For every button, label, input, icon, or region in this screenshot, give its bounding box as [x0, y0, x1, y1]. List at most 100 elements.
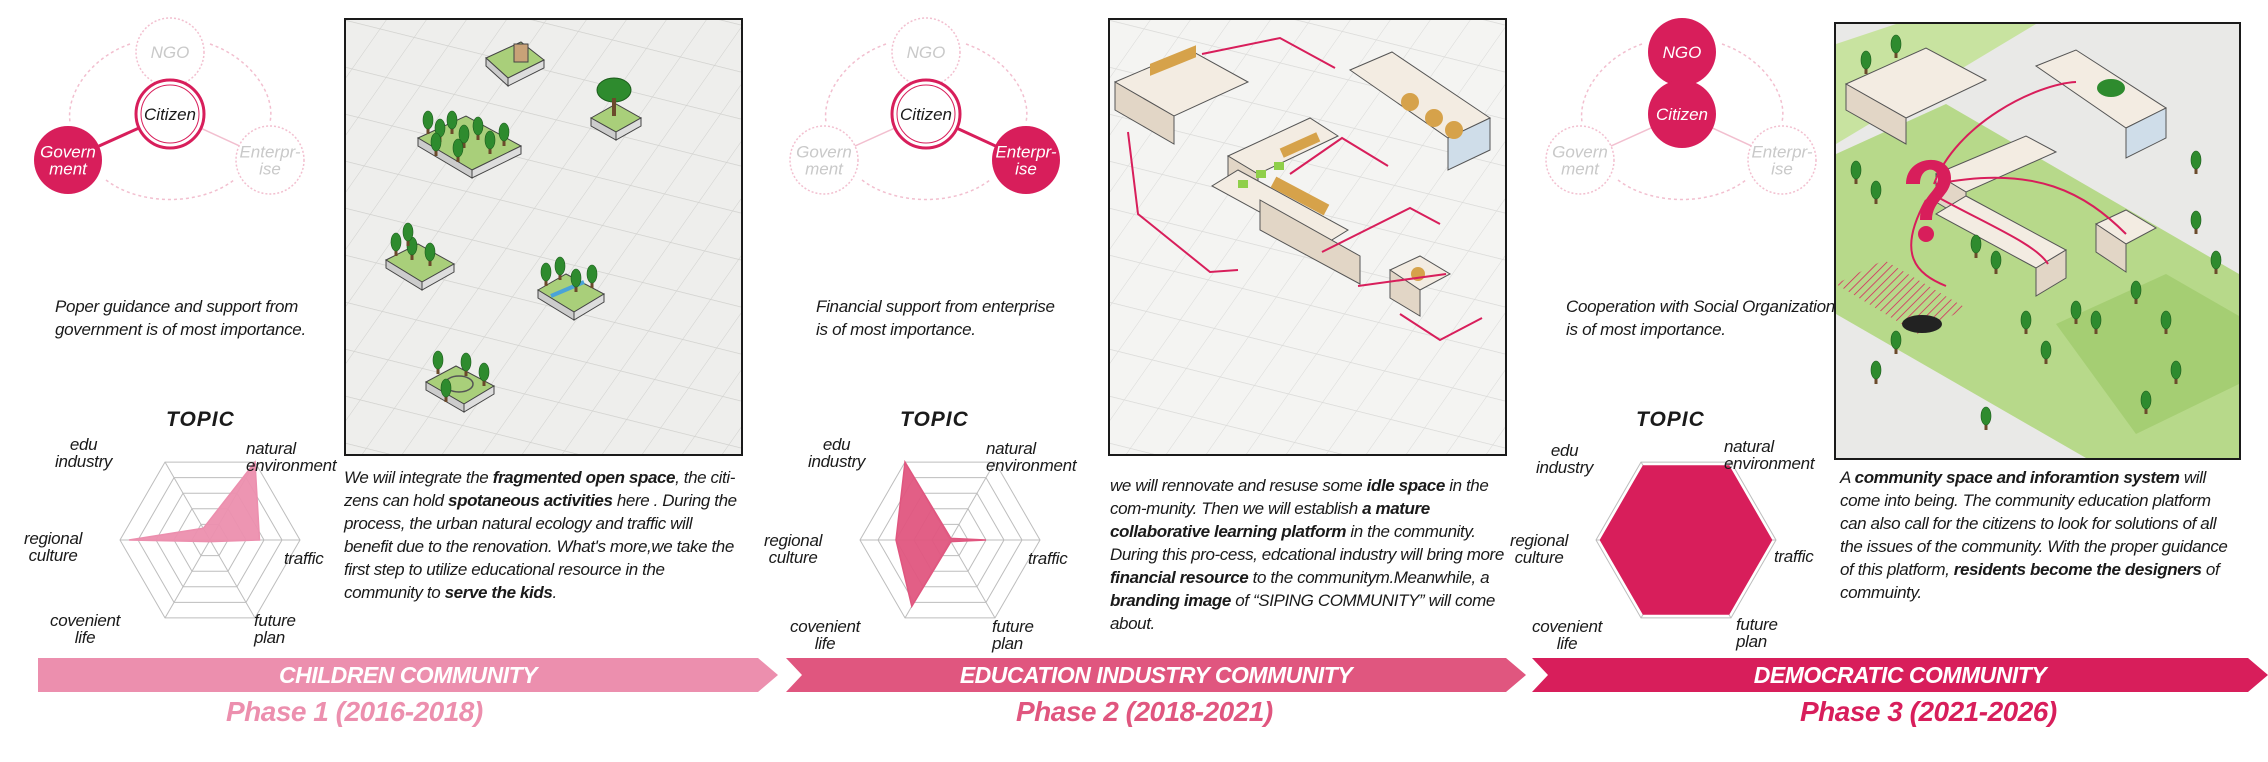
phase-2-panel: NGO Citizen Govern ment Enterpr-ise Financia… — [756, 0, 1526, 762]
stakeholder-diagram: NGO Citizen Government Enterpr-ise — [1545, 18, 1817, 201]
radar-data-area — [895, 459, 987, 609]
radar-spoke — [209, 539, 256, 619]
note-line-2: is of most importance. — [1566, 320, 1726, 339]
note-line-1: Cooperation with Social Organization — [1566, 297, 1835, 316]
tree — [554, 256, 566, 276]
enterprise-label: ise — [1771, 160, 1793, 179]
axis-covenient-life: covenient life — [790, 617, 861, 653]
phase-note: Cooperation with Social Organization is … — [1566, 295, 1835, 341]
radar-data-area — [128, 460, 261, 543]
idle-space-illustration — [1110, 20, 1505, 454]
axis-future-plan: future plan — [1736, 615, 1778, 651]
axis-regional-culture: regional culture — [1510, 531, 1569, 567]
government-node: Government — [34, 126, 102, 194]
ngo-node: NGO — [1648, 18, 1716, 86]
emphasis-text: idle space — [1366, 476, 1446, 495]
tree — [586, 264, 598, 284]
enterprise-node: Enterpr-ise — [235, 125, 305, 195]
tree — [2190, 150, 2202, 170]
phase-description: we will rennovate and resuse some idle s… — [1110, 474, 1510, 635]
ngo-label: NGO — [151, 43, 190, 62]
ngo-node: NGO — [891, 17, 961, 87]
citizen-label: Citizen — [900, 105, 952, 124]
ngo-label: NGO — [907, 43, 946, 62]
tree — [440, 378, 452, 398]
emphasis-text: spotaneous activities — [448, 491, 613, 510]
emphasis-text: residents become the designers — [1953, 560, 2202, 579]
tree — [2210, 250, 2222, 270]
open-space-illustration — [346, 20, 741, 454]
tree — [1890, 330, 1902, 350]
axis-regional-culture: regional culture — [764, 531, 823, 567]
emphasis-text: fragmented open space — [492, 468, 676, 487]
tree — [2130, 280, 2142, 300]
axis-regional-culture: regional culture — [24, 529, 83, 565]
emphasis-text: serve the kids — [444, 583, 553, 602]
axis-covenient-life: covenient life — [1532, 617, 1603, 653]
tree — [1870, 180, 1882, 200]
axis-covenient-life: covenient life — [50, 611, 121, 647]
tree — [498, 122, 510, 142]
tree — [472, 116, 484, 136]
phase-title: Phase 2 (2018-2021) — [1016, 696, 1273, 727]
government-label: ment — [805, 160, 844, 179]
enterprise-node: Enterpr-ise — [992, 126, 1060, 194]
radar-spoke — [164, 539, 211, 619]
tree — [478, 362, 490, 382]
isometric-illustration — [344, 18, 743, 456]
body-text: We wiil integrate the — [344, 468, 493, 487]
phase-1-panel: NGO Citizen Govern ment Enterpr-ise Poper gu… — [0, 0, 778, 762]
phase-note: Financial support from enterprise is of … — [816, 295, 1055, 341]
tree — [452, 138, 464, 158]
axis-edu-industry: edu industry — [808, 435, 866, 471]
phase-description: We wiil integrate the fragmented open sp… — [344, 466, 744, 604]
body-text: to the communitym.Meanwhile, a — [1248, 568, 1490, 587]
tree — [2040, 340, 2052, 360]
note-line-1: Financial support from enterprise — [816, 297, 1055, 316]
citizen-node: Citizen — [134, 78, 206, 150]
tree — [484, 130, 496, 150]
citizen-label: Citizen — [1656, 105, 1708, 124]
tree — [1970, 234, 1982, 254]
phase-description: A community space and inforamtion system… — [1840, 466, 2240, 604]
tree — [402, 222, 414, 242]
citizen-node: Citizen — [890, 78, 962, 150]
phase-note: Poper guidance and support from governme… — [55, 295, 306, 341]
topic-label: TOPIC — [1636, 408, 1705, 431]
axis-edu-industry: edu industry — [1536, 441, 1594, 477]
enterprise-label: ise — [1015, 160, 1037, 179]
government-node: Government — [789, 125, 859, 195]
tree — [2090, 310, 2102, 330]
phase-bar-label: EDUCATION INDUSTRY COMMUNITY — [959, 662, 1353, 688]
emphasis-text: branding image — [1110, 591, 1231, 610]
tree — [390, 232, 402, 252]
tree — [424, 242, 436, 262]
phase-title: Phase 1 (2016-2018) — [226, 696, 483, 727]
topic-label: TOPIC — [166, 408, 235, 431]
stakeholder-diagram: NGO Citizen Government Enterpr-ise — [789, 17, 1060, 201]
tree — [1870, 360, 1882, 380]
note-line-1: Poper guidance and support from — [55, 297, 299, 316]
tree — [1890, 34, 1902, 54]
tree — [432, 350, 444, 370]
phase-title: Phase 3 (2021-2026) — [1800, 696, 2057, 727]
body-text: A — [1840, 468, 1855, 487]
tree — [1990, 250, 2002, 270]
tree — [1860, 50, 1872, 70]
tree — [1980, 406, 1992, 426]
tree — [446, 110, 458, 130]
axis-traffic: traffic — [284, 549, 324, 568]
tree — [2070, 300, 2082, 320]
emphasis-text: financial resource — [1110, 568, 1249, 587]
axis-natural-environment: natural environment — [246, 439, 337, 475]
axis-future-plan: future plan — [992, 617, 1034, 653]
ngo-node: NGO — [135, 17, 205, 87]
phase-3-panel: NGO Citizen Govern ment Enterpr-ise Cooperat… — [1510, 0, 2268, 762]
body-text: we will rennovate and resuse some — [1110, 476, 1367, 495]
tree — [430, 132, 442, 152]
body-text: . — [552, 583, 557, 602]
ngo-label: NGO — [1663, 43, 1702, 62]
tree — [422, 110, 434, 130]
axis-traffic: traffic — [1028, 549, 1068, 568]
phase-bar-label: CHILDREN COMMUNITY — [278, 662, 538, 688]
